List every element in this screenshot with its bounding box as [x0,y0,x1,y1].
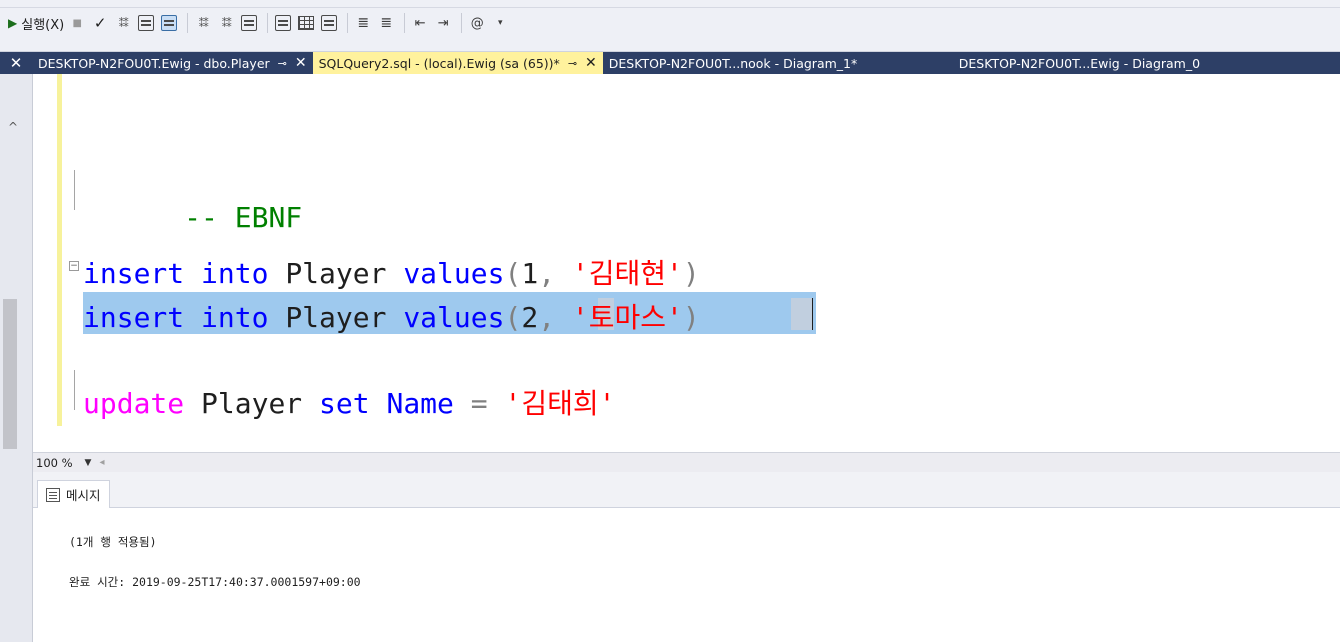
include-plan-button[interactable] [239,12,259,34]
messages-pane: (1개 행 적용됨) 완료 시간: 2019-09-25T17:40:37.00… [33,508,1340,642]
keyword: insert [83,301,185,334]
keyword: values [403,257,505,290]
specify-values-button[interactable]: @ [467,12,487,34]
outline-guide [74,170,75,210]
zoom-bar: 100 % ▼ ◂ [33,452,1340,472]
toolbar-lower-strip [0,38,1340,52]
results-tabbar: 메시지 [33,472,1340,508]
pin-icon[interactable]: ⊸ [568,57,577,70]
file-icon [321,15,338,31]
toolbar-separator [267,13,269,33]
column-name: Name [386,387,454,420]
string-literal: '토마스' [571,301,683,334]
operator: = [470,387,488,420]
keyword: set [319,387,370,420]
document-icon [275,15,292,31]
chevron-down-icon[interactable]: ▼ [85,458,92,468]
tab-label: SQLQuery2.sql - (local).Ewig (sa (65))* [318,55,560,71]
query-options-icon[interactable]: ⁑⁑ [193,12,213,34]
client-stats-icon[interactable]: ⁑⁑ [216,12,236,34]
text-results-icon [138,15,155,31]
table-name: Player [201,387,303,420]
close-icon[interactable]: ✕ [295,55,307,71]
sql-toolbar: ▶ 실행(X) ■ ✓ ⁑⁑ ⁑⁑ ⁑⁑ ≣ ≣ ⇤ ⇥ @ ▾ [0,8,1340,38]
toolbar-separator [347,13,349,33]
number-literal: 2 [521,301,539,334]
brace-match-highlight [791,298,813,330]
stop-button[interactable]: ■ [67,12,87,34]
decrease-indent-button[interactable]: ⇤ [410,12,430,34]
string-literal: '김태희' [504,387,616,420]
parse-check-button[interactable]: ✓ [90,12,110,34]
tab-sqlquery2[interactable]: SQLQuery2.sql - (local).Ewig (sa (65))* … [312,52,603,74]
plan-icon [241,15,258,31]
tab-player-table[interactable]: DESKTOP-N2FOU0T.Ewig - dbo.Player ⊸ ✕ [32,52,313,74]
toolbar-separator [187,13,189,33]
tab-diagram-1[interactable]: DESKTOP-N2FOU0T...nook - Diagram_1* [603,52,953,74]
results-to-text-button[interactable] [136,12,156,34]
left-scrollbar-strip: ^ [0,74,33,642]
keyword: update [83,387,185,420]
increase-indent-button[interactable]: ⇥ [433,12,453,34]
change-tracking-bar [57,74,62,426]
document-tabbar: ✕ DESKTOP-N2FOU0T.Ewig - dbo.Player ⊸ ✕ … [0,52,1340,74]
file-button[interactable] [319,12,339,34]
tab-label: DESKTOP-N2FOU0T...nook - Diagram_1* [608,55,858,71]
uncomment-button[interactable]: ≣ [376,12,396,34]
code-line-insert-2: insert into Player values(2, '토마스') [83,296,700,336]
pin-icon[interactable]: ⊸ [278,57,287,70]
execute-label: 실행(X) [21,17,65,33]
keyword: values [403,301,505,334]
keyword: insert [83,257,185,290]
toolbar-separator [461,13,463,33]
display-plan-icon[interactable]: ⁑⁑ [113,12,133,34]
code-line-update: update Player set Name = '김태희' [83,382,615,422]
outline-guide [74,370,75,410]
toolbar-overflow-icon[interactable]: ▾ [490,12,510,34]
comment-text: -- EBNF [184,201,303,234]
number-literal: 1 [521,257,539,290]
paren: ( [504,257,522,290]
toolbar-separator [404,13,406,33]
grid-icon [298,16,315,30]
paren: ( [504,301,522,334]
execute-button[interactable]: ▶ 실행(X) [8,12,64,34]
tab-diagram-0[interactable]: DESKTOP-N2FOU0T...Ewig - Diagram_0 [953,52,1206,74]
comma: , [538,301,556,334]
results-to-grid-button[interactable] [159,12,179,34]
paren: ) [682,301,700,334]
query-editor[interactable]: − -- EBNF insert into Player values(1, '… [33,74,1340,452]
message-completion-time: 완료 시간: 2019-09-25T17:40:37.0001597+09:00 [69,575,361,589]
close-icon[interactable]: ✕ [585,55,597,71]
tab-messages[interactable]: 메시지 [37,480,110,508]
chevron-up-icon[interactable]: ^ [8,120,18,134]
scroll-left-icon[interactable]: ◂ [99,457,104,468]
code-line-insert-1: insert into Player values(1, '김태현') [83,252,700,292]
table-name: Player [285,257,387,290]
close-icon[interactable]: ✕ [0,52,32,74]
grid-button[interactable] [296,12,316,34]
scrollbar-thumb[interactable] [3,299,17,449]
tab-label: 메시지 [66,488,101,503]
comma: , [538,257,556,290]
comment-button[interactable]: ≣ [353,12,373,34]
collapse-toggle-icon[interactable]: − [69,261,79,271]
zoom-level[interactable]: 100 % [33,456,73,470]
paren: ) [682,257,700,290]
ssms-window: ▶ 실행(X) ■ ✓ ⁑⁑ ⁑⁑ ⁑⁑ ≣ ≣ ⇤ ⇥ @ ▾ ✕ DESKT… [0,0,1340,642]
play-icon: ▶ [8,16,18,30]
toolbar-top-strip [0,0,1340,8]
tab-label: DESKTOP-N2FOU0T...Ewig - Diagram_0 [958,55,1201,71]
keyword: into [201,301,269,334]
messages-icon [46,487,60,502]
keyword: into [201,257,269,290]
table-name: Player [285,301,387,334]
message-rows-affected: (1개 행 적용됨) [69,535,157,549]
tab-label: DESKTOP-N2FOU0T.Ewig - dbo.Player [38,55,270,71]
grid-results-icon [161,15,178,31]
text-button[interactable] [273,12,293,34]
string-literal: '김태현' [571,257,683,290]
